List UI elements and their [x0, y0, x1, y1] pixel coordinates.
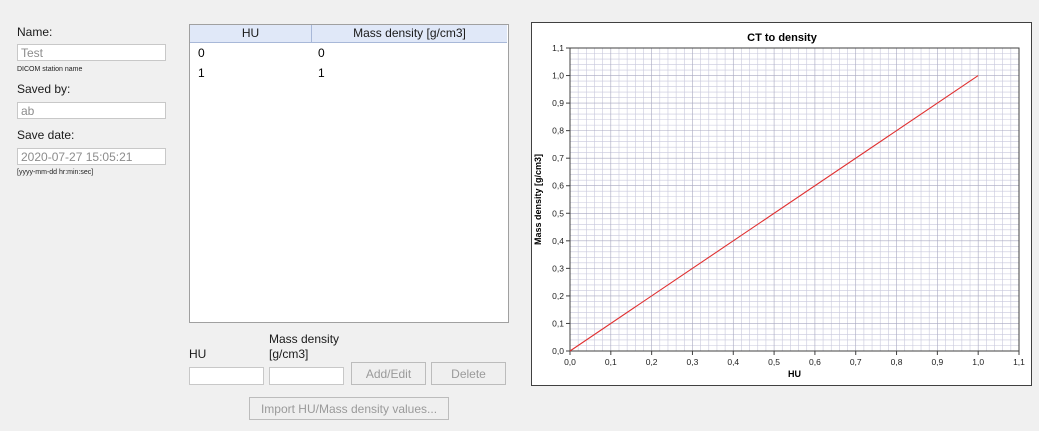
y-tick-label: 0,2 — [552, 291, 564, 301]
add-edit-button[interactable]: Add/Edit — [351, 362, 426, 385]
x-tick-label: 0,9 — [931, 357, 943, 367]
save-date-label: Save date: — [17, 128, 75, 142]
hu-label: HU — [189, 347, 207, 361]
saved-by-input[interactable]: ab — [17, 102, 166, 119]
y-tick-label: 0,4 — [552, 236, 564, 246]
y-tick-label: 0,9 — [552, 98, 564, 108]
ct-density-chart: CT to density 0,0 0,1 0,2 0,3 0,4 0,5 0,6 0,7 0,… — [533, 32, 1025, 379]
table-row[interactable]: 1 1 — [190, 65, 507, 82]
x-tick-label: 0,6 — [809, 357, 821, 367]
x-tick-label: 0,4 — [727, 357, 739, 367]
y-tick-label: 0,5 — [552, 208, 564, 218]
x-tick-label: 1,0 — [972, 357, 984, 367]
density-label-line2: [g/cm3] — [269, 347, 309, 361]
x-tick-label: 0,1 — [605, 357, 617, 367]
saved-by-label: Saved by: — [17, 82, 71, 96]
column-header-hu[interactable]: HU — [190, 25, 312, 42]
table-row[interactable]: 0 0 — [190, 45, 507, 62]
x-tick-label: 0,2 — [646, 357, 658, 367]
hu-density-table[interactable]: HU Mass density [g/cm3] 0 0 1 1 — [189, 24, 509, 323]
ct-density-chart-panel: CT to density 0,0 0,1 0,2 0,3 0,4 0,5 0,6 0,7 0,… — [531, 22, 1032, 386]
save-date-hint: [yyyy-mm-dd hr:min:sec] — [17, 169, 94, 176]
y-axis-label: Mass density [g/cm3] — [533, 154, 543, 245]
x-axis-ticks: 0,0 0,1 0,2 0,3 0,4 0,5 0,6 0,7 0,8 0,9 1,0 1,1 — [564, 351, 1025, 367]
cell-hu: 0 — [198, 46, 205, 60]
name-label: Name: — [17, 25, 53, 39]
save-date-input[interactable]: 2020-07-27 15:05:21 — [17, 148, 166, 165]
cell-density: 0 — [318, 46, 325, 60]
hu-input[interactable] — [189, 367, 264, 385]
x-tick-label: 0,7 — [850, 357, 862, 367]
name-input[interactable]: Test — [17, 44, 166, 61]
y-tick-label: 0,3 — [552, 263, 564, 273]
density-input[interactable] — [269, 367, 344, 385]
y-tick-label: 0,6 — [552, 181, 564, 191]
x-tick-label: 0,0 — [564, 357, 576, 367]
y-tick-label: 0,7 — [552, 153, 564, 163]
x-tick-label: 1,1 — [1013, 357, 1025, 367]
density-label-line1: Mass density — [269, 332, 340, 346]
table-header: HU Mass density [g/cm3] — [190, 25, 507, 43]
column-header-density[interactable]: Mass density [g/cm3] — [312, 25, 507, 42]
import-values-button[interactable]: Import HU/Mass density values... — [249, 397, 449, 420]
name-hint: DICOM station name — [17, 66, 83, 73]
y-tick-label: 0,1 — [552, 318, 564, 328]
x-tick-label: 0,3 — [687, 357, 699, 367]
cell-density: 1 — [318, 66, 325, 80]
y-tick-label: 1,1 — [552, 43, 564, 53]
x-tick-label: 0,8 — [891, 357, 903, 367]
y-tick-label: 1,0 — [552, 71, 564, 81]
y-axis-ticks: 0,0 0,1 0,2 0,3 0,4 0,5 0,6 0,7 0,8 0,9 1,0 1,1 — [552, 43, 570, 356]
chart-title: CT to density — [747, 32, 818, 44]
y-tick-label: 0,0 — [552, 346, 564, 356]
delete-button[interactable]: Delete — [431, 362, 506, 385]
x-axis-label: HU — [788, 369, 801, 379]
x-tick-label: 0,5 — [768, 357, 780, 367]
cell-hu: 1 — [198, 66, 205, 80]
y-tick-label: 0,8 — [552, 126, 564, 136]
